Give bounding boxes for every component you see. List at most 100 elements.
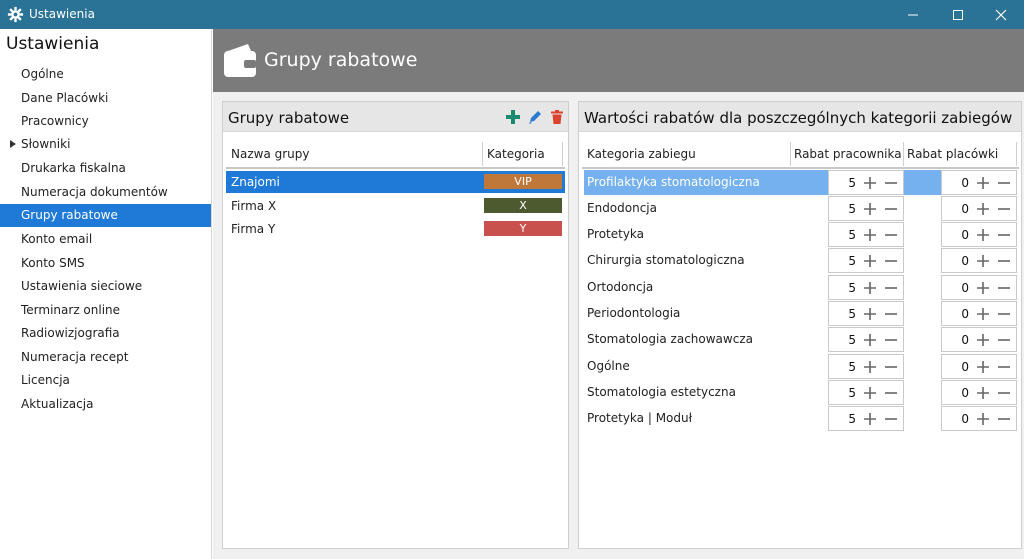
maximize-button[interactable]	[935, 0, 981, 29]
plus-icon[interactable]	[863, 281, 877, 295]
minus-icon[interactable]	[884, 228, 898, 242]
employee-discount-stepper[interactable]: 5	[828, 248, 904, 273]
sidebar-item-licencja[interactable]: Licencja	[0, 369, 211, 392]
clinic-discount-value[interactable]: 0	[961, 360, 969, 374]
minus-icon[interactable]	[884, 412, 898, 426]
table-row[interactable]: Profilaktyka stomatologiczna 5 0	[584, 170, 1017, 195]
minus-icon[interactable]	[997, 281, 1011, 295]
plus-icon[interactable]	[976, 228, 990, 242]
sidebar-item-radiowizjografia[interactable]: Radiowizjografia	[0, 322, 211, 345]
sidebar-item-aktualizacja[interactable]: Aktualizacja	[0, 393, 211, 416]
clinic-discount-stepper[interactable]: 0	[941, 222, 1017, 247]
clinic-discount-value[interactable]: 0	[961, 176, 969, 190]
minus-icon[interactable]	[884, 360, 898, 374]
employee-discount-value[interactable]: 5	[848, 360, 856, 374]
table-row[interactable]: Znajomi VIP	[226, 171, 565, 193]
table-row[interactable]: Firma Y Y	[226, 218, 565, 240]
employee-discount-value[interactable]: 5	[848, 176, 856, 190]
minimize-button[interactable]	[890, 0, 936, 29]
minus-icon[interactable]	[997, 412, 1011, 426]
expand-caret-icon[interactable]	[10, 140, 16, 148]
plus-icon[interactable]	[863, 228, 877, 242]
plus-icon[interactable]	[976, 202, 990, 216]
employee-discount-stepper[interactable]: 5	[828, 406, 904, 431]
column-header-employee-discount[interactable]: Rabat pracownika	[791, 142, 903, 166]
clinic-discount-value[interactable]: 0	[961, 202, 969, 216]
column-header-clinic-discount[interactable]: Rabat placówki	[904, 142, 1016, 166]
minus-icon[interactable]	[884, 333, 898, 347]
clinic-discount-stepper[interactable]: 0	[941, 248, 1017, 273]
plus-icon[interactable]	[976, 333, 990, 347]
plus-icon[interactable]	[863, 202, 877, 216]
plus-icon[interactable]	[976, 307, 990, 321]
plus-icon[interactable]	[976, 254, 990, 268]
clinic-discount-value[interactable]: 0	[961, 333, 969, 347]
plus-icon[interactable]	[505, 109, 521, 125]
plus-icon[interactable]	[976, 176, 990, 190]
minus-icon[interactable]	[884, 202, 898, 216]
table-row[interactable]: Ortodoncja 5 0	[584, 275, 1017, 300]
clinic-discount-stepper[interactable]: 0	[941, 406, 1017, 431]
employee-discount-stepper[interactable]: 5	[828, 222, 904, 247]
clinic-discount-value[interactable]: 0	[961, 307, 969, 321]
sidebar-item-terminarz-online[interactable]: Terminarz online	[0, 299, 211, 322]
minus-icon[interactable]	[884, 254, 898, 268]
clinic-discount-value[interactable]: 0	[961, 281, 969, 295]
column-header-treatment-category[interactable]: Kategoria zabiegu	[584, 142, 789, 166]
employee-discount-value[interactable]: 5	[848, 254, 856, 268]
plus-icon[interactable]	[976, 360, 990, 374]
clinic-discount-stepper[interactable]: 0	[941, 196, 1017, 221]
clinic-discount-stepper[interactable]: 0	[941, 301, 1017, 326]
clinic-discount-stepper[interactable]: 0	[941, 170, 1017, 195]
table-row[interactable]: Protetyka 5 0	[584, 222, 1017, 247]
plus-icon[interactable]	[976, 386, 990, 400]
clinic-discount-value[interactable]: 0	[961, 412, 969, 426]
employee-discount-value[interactable]: 5	[848, 333, 856, 347]
plus-icon[interactable]	[863, 386, 877, 400]
employee-discount-stepper[interactable]: 5	[828, 170, 904, 195]
employee-discount-stepper[interactable]: 5	[828, 327, 904, 352]
employee-discount-value[interactable]: 5	[848, 202, 856, 216]
pencil-icon[interactable]	[527, 109, 543, 125]
sidebar-item-numeracja-recept[interactable]: Numeracja recept	[0, 346, 211, 369]
plus-icon[interactable]	[863, 307, 877, 321]
plus-icon[interactable]	[863, 254, 877, 268]
employee-discount-stepper[interactable]: 5	[828, 354, 904, 379]
employee-discount-value[interactable]: 5	[848, 228, 856, 242]
table-row[interactable]: Stomatologia zachowawcza 5 0	[584, 327, 1017, 352]
sidebar-item-ogolne[interactable]: Ogólne	[0, 63, 211, 86]
plus-icon[interactable]	[863, 333, 877, 347]
table-row[interactable]: Endodoncja 5 0	[584, 196, 1017, 221]
minus-icon[interactable]	[997, 360, 1011, 374]
plus-icon[interactable]	[976, 412, 990, 426]
clinic-discount-value[interactable]: 0	[961, 254, 969, 268]
clinic-discount-stepper[interactable]: 0	[941, 380, 1017, 405]
employee-discount-stepper[interactable]: 5	[828, 380, 904, 405]
employee-discount-value[interactable]: 5	[848, 412, 856, 426]
minus-icon[interactable]	[997, 176, 1011, 190]
plus-icon[interactable]	[863, 176, 877, 190]
sidebar-item-drukarka-fiskalna[interactable]: Drukarka fiskalna	[0, 157, 211, 180]
sidebar-item-slowniki[interactable]: Słowniki	[0, 133, 211, 156]
table-row[interactable]: Ogólne 5 0	[584, 354, 1017, 379]
table-row[interactable]: Periodontologia 5 0	[584, 301, 1017, 326]
plus-icon[interactable]	[976, 281, 990, 295]
column-header-group-name[interactable]: Nazwa grupy	[228, 142, 483, 166]
clinic-discount-stepper[interactable]: 0	[941, 354, 1017, 379]
clinic-discount-value[interactable]: 0	[961, 386, 969, 400]
sidebar-item-grupy-rabatowe[interactable]: Grupy rabatowe	[0, 204, 211, 227]
employee-discount-stepper[interactable]: 5	[828, 275, 904, 300]
minus-icon[interactable]	[884, 386, 898, 400]
sidebar-item-ustawienia-sieciowe[interactable]: Ustawienia sieciowe	[0, 275, 211, 298]
minus-icon[interactable]	[997, 333, 1011, 347]
plus-icon[interactable]	[863, 412, 877, 426]
minus-icon[interactable]	[997, 254, 1011, 268]
trash-icon[interactable]	[549, 109, 565, 125]
employee-discount-value[interactable]: 5	[848, 281, 856, 295]
table-row[interactable]: Chirurgia stomatologiczna 5 0	[584, 248, 1017, 273]
minus-icon[interactable]	[884, 281, 898, 295]
minus-icon[interactable]	[997, 386, 1011, 400]
employee-discount-value[interactable]: 5	[848, 386, 856, 400]
table-row[interactable]: Stomatologia estetyczna 5 0	[584, 380, 1017, 405]
close-button[interactable]	[978, 0, 1024, 29]
